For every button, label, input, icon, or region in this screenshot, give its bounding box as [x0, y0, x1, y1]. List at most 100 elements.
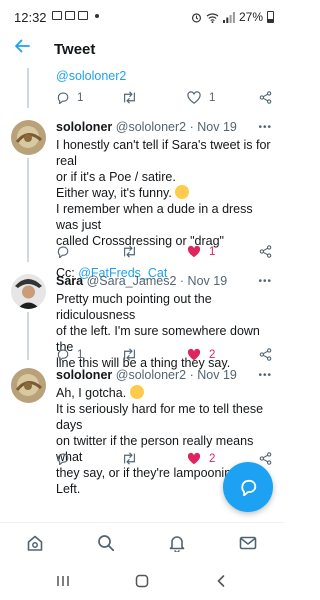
page-title: Tweet — [54, 41, 96, 58]
tweet-line: I honestly can't tell if Sara's tweet is… — [56, 138, 271, 168]
more-options-button[interactable]: ••• — [258, 276, 272, 287]
reply-icon — [57, 349, 69, 361]
display-name[interactable]: sololoner — [56, 368, 112, 382]
retweet-button[interactable] — [121, 452, 146, 465]
like-count: 1 — [209, 91, 216, 104]
retweet-icon — [124, 452, 135, 465]
like-button[interactable]: 2 — [187, 348, 215, 361]
like-count: 1 — [209, 245, 216, 258]
share-icon — [259, 348, 272, 361]
back-button[interactable] — [14, 38, 30, 59]
tweet-item[interactable]: Sara @Sara_James2 · Nov 19 ••• Pretty mu… — [0, 274, 284, 370]
more-options-button[interactable]: ••• — [258, 370, 272, 381]
reply-count: 1 — [77, 91, 84, 104]
retweet-button[interactable] — [121, 348, 146, 361]
tweet-line: Either way, it's funny. — [56, 185, 278, 201]
heart-outline-icon — [187, 91, 201, 104]
thread-connector — [27, 312, 29, 360]
share-icon — [259, 91, 272, 104]
nav-search-button[interactable] — [97, 534, 115, 557]
search-icon — [98, 535, 115, 552]
like-button[interactable]: 1 — [187, 245, 215, 258]
reply-icon — [57, 246, 69, 258]
user-handle: @sololoner2 — [115, 368, 187, 382]
like-button[interactable]: 2 — [187, 452, 215, 465]
alarm-icon — [191, 12, 202, 22]
back-arrow-icon — [15, 39, 30, 53]
reply-icon — [57, 92, 69, 104]
retweet-icon — [124, 348, 135, 361]
system-nav-bar — [0, 562, 284, 600]
share-button[interactable] — [259, 91, 272, 104]
home-square-icon — [135, 574, 149, 588]
share-button[interactable] — [259, 452, 272, 465]
grinning-sweat-emoji-icon — [175, 185, 190, 199]
share-icon — [259, 245, 272, 258]
reply-button[interactable] — [56, 245, 77, 258]
tweet-item[interactable]: sololoner @sololoner2 · Nov 19 ••• I hon… — [0, 120, 284, 280]
nav-notifications-button[interactable] — [168, 534, 186, 557]
tweet-line: Ah, I gotcha. — [56, 385, 278, 401]
nav-messages-button[interactable] — [239, 534, 257, 557]
like-button[interactable]: 1 — [187, 91, 215, 104]
share-button[interactable] — [259, 348, 272, 361]
mention-link[interactable]: @sololoner2 — [56, 69, 126, 83]
reply-button[interactable] — [56, 452, 77, 465]
home-icon — [27, 535, 43, 551]
tweet-line: I remember when a dude in a dress was ju… — [56, 202, 253, 232]
nav-home-button[interactable] — [26, 534, 44, 557]
gallery-notification-icon — [52, 11, 62, 20]
recent-apps-button[interactable] — [56, 574, 70, 591]
reply-icon — [57, 453, 69, 465]
user-handle: @Sara_James2 — [86, 274, 177, 288]
tweet-line: It is seriously hard for me to tell thes… — [56, 402, 264, 432]
reply-count: 1 — [77, 348, 84, 361]
avatar[interactable] — [11, 274, 46, 309]
like-count: 2 — [209, 452, 216, 465]
avatar-image — [11, 368, 46, 403]
share-icon — [259, 452, 272, 465]
tweet-actions: 1 2 — [56, 348, 278, 366]
tweet-header: Tweet — [0, 32, 284, 68]
bottom-nav — [0, 522, 284, 562]
avatar[interactable] — [11, 368, 46, 403]
wifi-icon — [206, 12, 219, 23]
retweet-icon — [124, 245, 135, 258]
thread-connector — [27, 158, 29, 262]
status-bar: 12:32 27% — [0, 0, 284, 32]
retweet-icon — [124, 91, 135, 104]
tweet-meta: sololoner @sololoner2 · Nov 19 — [56, 368, 237, 382]
signal-icon — [222, 11, 235, 23]
battery-percent: 27% — [238, 10, 263, 24]
retweet-button[interactable] — [121, 91, 146, 104]
mail-notification-icon — [65, 11, 75, 20]
display-name[interactable]: sololoner — [56, 120, 112, 134]
more-options-button[interactable]: ••• — [258, 122, 272, 133]
more-notifications-dot-icon — [95, 13, 99, 18]
heart-filled-icon — [187, 348, 201, 361]
tweet-line: Pretty much pointing out the ridiculousn… — [56, 292, 212, 322]
tweet-actions: 1 — [56, 245, 278, 263]
reply-button[interactable]: 1 — [56, 348, 83, 361]
tweet-meta: sololoner @sololoner2 · Nov 19 — [56, 120, 237, 134]
heart-filled-icon — [187, 245, 201, 258]
user-handle: @sololoner2 — [115, 120, 187, 134]
home-system-button[interactable] — [135, 574, 149, 591]
tweet-date: · Nov 19 — [189, 368, 237, 382]
recent-apps-icon — [57, 576, 69, 586]
retweet-button[interactable] — [121, 245, 146, 258]
compose-reply-button[interactable] — [223, 462, 273, 512]
share-button[interactable] — [259, 245, 272, 258]
avatar-image — [11, 120, 46, 155]
back-system-button[interactable] — [214, 574, 228, 591]
tweet-meta: Sara @Sara_James2 · Nov 19 — [56, 274, 227, 288]
tweet-item[interactable]: sololoner @sololoner2 · Nov 19 ••• Ah, I… — [0, 368, 284, 496]
avatar[interactable] — [11, 120, 46, 155]
back-chevron-icon — [217, 575, 225, 587]
notification-icons — [52, 11, 99, 20]
like-count: 2 — [209, 348, 216, 361]
display-name[interactable]: Sara — [56, 274, 83, 288]
reply-button[interactable]: 1 — [56, 91, 83, 104]
tweet-date: · Nov 19 — [189, 120, 237, 134]
smiling-emoji-icon — [129, 385, 144, 399]
